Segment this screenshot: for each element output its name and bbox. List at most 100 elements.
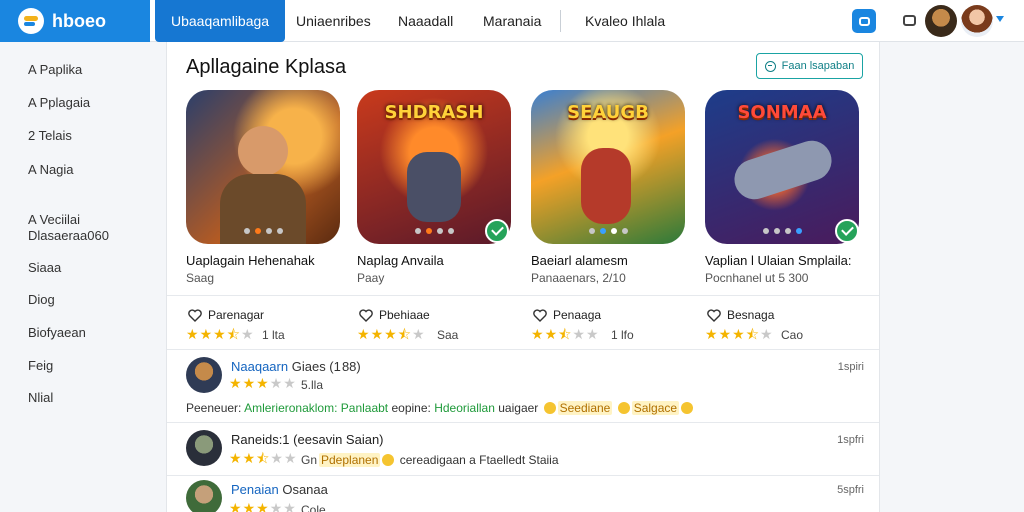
carousel-dot[interactable] (243, 228, 250, 234)
carousel-dot[interactable] (621, 228, 628, 234)
review-count: Cole (301, 503, 326, 512)
character-figure (581, 148, 631, 224)
star-rating: ★ ★ ★ ★ ★ (229, 377, 296, 391)
review-tag[interactable]: Salgace (631, 401, 680, 415)
rating-label: Besnaga (727, 308, 775, 322)
emoji-icon (543, 402, 556, 414)
divider (167, 475, 879, 476)
reviewer-name[interactable]: Raneids:1 (231, 432, 290, 447)
star-empty-icon: ★ (269, 376, 283, 392)
star-filled-icon: ★ (544, 327, 558, 343)
carousel-dot[interactable] (254, 228, 261, 234)
game-subtitle: Saag (186, 271, 215, 285)
page-title: Apllagaine Kplasa (186, 56, 347, 78)
game-name[interactable]: Naplag Anvaila (357, 253, 444, 268)
reviewer-avatar[interactable] (186, 430, 222, 466)
carousel-dot[interactable] (447, 228, 454, 234)
heart-icon[interactable] (359, 309, 373, 322)
carousel-dot[interactable] (265, 228, 272, 234)
star-empty-icon: ★ (270, 451, 283, 467)
carousel-dot[interactable] (414, 228, 421, 234)
view-all-button[interactable]: Faan lsapaban (756, 53, 863, 79)
heart-icon[interactable] (533, 309, 547, 322)
star-filled-icon: ★ (242, 451, 256, 467)
spaceship-figure (729, 135, 837, 205)
game-artwork[interactable]: SEAUGB (531, 90, 685, 244)
add-circle-icon (764, 60, 776, 72)
review-tag[interactable]: Seediane (557, 401, 613, 415)
carousel-dot[interactable] (610, 228, 617, 234)
review-time: 1spiri (837, 361, 864, 373)
game-name[interactable]: Vaplian l Ulaian Smplaila: (705, 253, 851, 268)
star-half-icon: ⯪ (256, 451, 270, 467)
carousel-dot[interactable] (436, 228, 443, 234)
star-empty-icon: ★ (759, 327, 773, 343)
user-avatar-game[interactable] (925, 5, 957, 37)
carousel-dot[interactable] (784, 228, 791, 234)
review-tag[interactable]: Pdeplanen (319, 453, 381, 467)
star-filled-icon: ★ (199, 327, 213, 343)
carousel-dot[interactable] (773, 228, 780, 234)
star-half-icon: ⯪ (558, 327, 572, 343)
chevron-down-icon[interactable] (996, 16, 1004, 22)
star-empty-icon: ★ (283, 451, 297, 467)
review-text-highlight: Amlerieronaklom: Panlaabt (244, 401, 389, 415)
game-name[interactable]: Baeiarl alamesm (531, 253, 628, 268)
chat-button[interactable] (852, 9, 876, 33)
game-artwork[interactable]: SHDRASH (357, 90, 511, 244)
message-icon[interactable] (903, 15, 916, 26)
game-artwork[interactable]: SONMAA (705, 90, 859, 244)
rating-count: 1 lfo (611, 328, 634, 342)
brand-name: hboeo (52, 10, 106, 31)
carousel-dot[interactable] (276, 228, 283, 234)
character-figure (407, 152, 461, 222)
carousel-dot[interactable] (762, 228, 769, 234)
game-logo-text: SHDRASH (384, 102, 484, 123)
star-filled-icon: ★ (242, 501, 256, 512)
star-empty-icon: ★ (269, 501, 283, 512)
star-filled-icon: ★ (256, 501, 269, 512)
game-artwork[interactable] (186, 90, 340, 244)
rating-label: Penaaga (553, 308, 602, 322)
tab-1[interactable]: Uniaenribes (296, 0, 371, 42)
game-name[interactable]: Uaplagain Hehenahak (186, 253, 315, 268)
carousel-dot[interactable] (795, 228, 802, 234)
rating-label: Parenagar (208, 308, 265, 322)
sidebar-item[interactable]: Biofyaean (28, 325, 138, 341)
star-filled-icon: ★ (732, 327, 745, 343)
tab-0[interactable]: Ubaaqamlibaga (155, 0, 286, 42)
main-panel: Apllagaine Kplasa Faan lsapaban Uaplagai… (166, 42, 880, 512)
tab-3[interactable]: Maranaia (483, 0, 541, 42)
brand[interactable]: hboeo (0, 0, 150, 42)
carousel-dot[interactable] (588, 228, 595, 234)
review-count: Gn (301, 453, 318, 467)
sidebar-item[interactable]: A Veciilai Dlasaeraa060 (28, 212, 118, 244)
sidebar-item[interactable]: A Nagia (28, 162, 138, 178)
game-subtitle: Panaaenars, 2/10 (531, 271, 626, 285)
sidebar-item[interactable]: A Pplagaia (28, 95, 138, 111)
game-subtitle: Pocnhanel ut 5 300 (705, 271, 809, 285)
tab-4[interactable]: Kvaleo Ihlala (585, 0, 665, 42)
review-text-middle: uaigaer (498, 401, 539, 415)
user-avatar[interactable] (961, 5, 993, 37)
sidebar-item[interactable]: Siaaa (28, 260, 138, 276)
carousel-dot[interactable] (425, 228, 432, 234)
carousel-dot[interactable] (599, 228, 606, 234)
star-half-icon: ⯪ (226, 327, 240, 343)
reviewer-name[interactable]: Naaqaarn (231, 359, 288, 374)
heart-icon[interactable] (707, 309, 721, 322)
reviewer-avatar[interactable] (186, 357, 222, 393)
sidebar-item[interactable]: Diog (28, 292, 138, 308)
review-text-prefix: Peeneuer: (186, 401, 242, 415)
tab-2[interactable]: Naaadall (398, 0, 453, 42)
reviewer-avatar[interactable] (186, 480, 222, 512)
sidebar-item[interactable]: Nlial (28, 390, 138, 406)
reviewer-name[interactable]: Penaian (231, 482, 279, 497)
heart-icon[interactable] (188, 309, 202, 322)
view-all-label: Faan lsapaban (781, 60, 855, 72)
rating-count: Cao (781, 328, 804, 342)
sidebar-item[interactable]: Feig (28, 358, 138, 374)
sidebar-item[interactable]: 2 Telais (28, 128, 138, 144)
sidebar-item[interactable]: A Paplika (28, 62, 138, 78)
review-text-middle: eopine: (391, 401, 431, 415)
